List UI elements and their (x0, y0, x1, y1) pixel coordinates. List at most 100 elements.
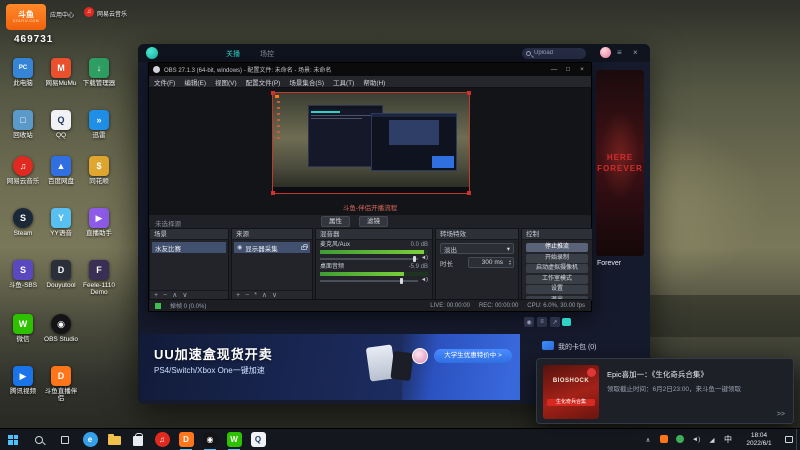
desktop-icon-label: 网易云音乐 (6, 178, 40, 185)
volume-icon[interactable]: ◄) (688, 436, 704, 443)
danmu-list-icon[interactable]: ≡ (537, 317, 547, 327)
desktop-icon-thunder[interactable]: » 迅雷 (82, 110, 116, 139)
notification-icon (785, 436, 793, 443)
volume-slider[interactable] (320, 255, 418, 262)
desktop-icon-mumu[interactable]: M 网易MuMu (44, 58, 78, 87)
source-item[interactable]: ◉ 显示器采集 (234, 242, 310, 253)
desktop-icon-douyu-companion[interactable]: D 斗鱼直播伴侣 (44, 366, 78, 402)
transitions-dock-title: 转场特效 (436, 229, 518, 240)
companion-close-icon[interactable]: × (633, 48, 638, 58)
desktop-icon-download-manager[interactable]: ↓ 下载管理器 (82, 58, 116, 87)
danmu-settings-icon[interactable]: ◉ (524, 317, 534, 327)
nav-console[interactable]: 场控 (260, 49, 274, 59)
toast-more-link[interactable]: >> (777, 411, 785, 418)
companion-titlebar[interactable]: 关播 场控 ≡ × (138, 44, 650, 62)
companion-search[interactable] (522, 47, 586, 59)
selection-handle[interactable] (467, 91, 471, 95)
danmu-popout-icon[interactable]: ↗ (550, 317, 560, 327)
desktop-icon-recycle-bin[interactable]: □ 回收站 (6, 110, 40, 139)
search-input[interactable] (534, 50, 582, 56)
action-center-button[interactable] (782, 436, 796, 443)
cover-badge: 生化奇兵合集 (547, 399, 595, 406)
desktop-icon-douyutool[interactable]: D Douyutool (44, 260, 78, 289)
security-shield-icon[interactable] (672, 434, 688, 445)
obs-titlebar[interactable]: OBS 27.1.3 (64-bit, windows) - 配置文件: 未命名… (149, 63, 591, 76)
properties-button[interactable]: 属性 (321, 216, 350, 227)
desktop-icon-qq[interactable]: Q QQ (44, 110, 78, 139)
maximize-button[interactable]: □ (563, 66, 573, 73)
student-discount-button[interactable]: 大学生优惠特价中 > (434, 349, 512, 363)
taskbar-qq[interactable]: Q (246, 429, 270, 450)
speaker-icon[interactable]: ◄) (421, 277, 428, 284)
filters-button[interactable]: 滤镜 (359, 216, 388, 227)
desktop-icon-baidu-pan[interactable]: ▲ 百度网盘 (44, 156, 78, 185)
duration-spinner[interactable]: 300 ms ▴ ▾ (468, 257, 514, 268)
taskbar-edge[interactable]: e (78, 429, 102, 450)
volume-meter (320, 250, 428, 254)
ime-indicator[interactable]: 中 (720, 434, 736, 445)
menu-file[interactable]: 文件(F) (154, 77, 175, 87)
game-promo-poster[interactable]: HERE FOREVER (596, 70, 644, 256)
taskbar-obs[interactable]: ◉ (198, 429, 222, 450)
settings-button[interactable]: 设置 (526, 285, 588, 294)
menu-scene-collection[interactable]: 场景集合(S) (289, 77, 324, 87)
close-button[interactable]: × (577, 66, 587, 73)
spin-down-icon[interactable]: ▾ (509, 262, 511, 266)
desktop-icon-obs[interactable]: ◉ OBS Studio (44, 314, 78, 343)
selection-handle[interactable] (271, 191, 275, 195)
selection-handle[interactable] (467, 191, 471, 195)
visibility-eye-icon[interactable]: ◉ (237, 244, 242, 251)
card-pack-label[interactable]: 我的卡包 (0) (558, 342, 597, 352)
epic-free-game-toast[interactable]: BIOSHOCK 生化奇兵合集 Epic喜加一：《生化奇兵合集》 领取截止时间：… (536, 358, 794, 424)
network-icon[interactable]: ◢ (704, 436, 720, 444)
desktop-icon-ths[interactable]: $ 同花顺 (82, 156, 116, 185)
speaker-icon[interactable]: ◄) (421, 255, 428, 262)
douyu-tray-icon[interactable] (656, 434, 672, 445)
volume-slider[interactable] (320, 277, 418, 284)
nav-stop-stream[interactable]: 关播 (226, 49, 240, 59)
taskbar-douyu[interactable]: D (174, 429, 198, 450)
virtual-camera-button[interactable]: 启动虚拟摄像机 (526, 264, 588, 273)
menu-icon[interactable]: ≡ (617, 48, 622, 58)
scenes-dock-title: 场景 (150, 229, 228, 240)
baidu-pan-icon: ▲ (51, 156, 71, 176)
desktop-icon-douyu-sbs[interactable]: S 斗鱼-SBS (6, 260, 40, 289)
taskbar-search-button[interactable] (26, 429, 52, 450)
desktop-icon-wechat[interactable]: W 微信 (6, 314, 40, 343)
scene-item[interactable]: 水友比赛 (152, 242, 226, 253)
cover-title: BIOSHOCK (552, 378, 590, 384)
desktop-icon-netease-music[interactable]: ♫ 网易云音乐 (6, 156, 40, 185)
selection-handle[interactable] (271, 91, 275, 95)
cpu-usage: CPU: 6.0%, 30.00 fps (527, 302, 585, 309)
taskbar-store[interactable] (126, 429, 150, 450)
desktop-icon-tencent-video[interactable]: ▶ 腾讯视频 (6, 366, 40, 395)
display-capture-source[interactable] (271, 91, 471, 195)
studio-mode-button[interactable]: 工作室模式 (526, 274, 588, 284)
menu-view[interactable]: 视图(V) (215, 77, 237, 87)
task-view-button[interactable] (52, 429, 78, 450)
menu-tools[interactable]: 工具(T) (333, 77, 354, 87)
taskbar-clock[interactable]: 18:04 2022/6/1 (736, 432, 782, 448)
minimize-button[interactable]: — (549, 66, 559, 73)
taskbar-netease-music[interactable]: ♫ (150, 429, 174, 450)
menu-edit[interactable]: 编辑(E) (184, 77, 206, 87)
netease-music-icon: ♫ (154, 432, 170, 447)
desktop-icon-this-pc[interactable]: PC 此电脑 (6, 58, 40, 87)
lock-icon[interactable] (301, 243, 308, 250)
transition-select[interactable]: 淡出 ▾ (440, 243, 514, 254)
desktop-icon-yy[interactable]: Y YY语音 (44, 208, 78, 237)
tray-chevron-icon[interactable]: ∧ (640, 436, 656, 444)
user-avatar[interactable] (600, 47, 611, 58)
menu-help[interactable]: 帮助(H) (363, 77, 385, 87)
desktop-icon-steam[interactable]: S Steam (6, 208, 40, 237)
desktop-icon-live-helper[interactable]: ▶ 直播助手 (82, 208, 116, 237)
desktop-icon-feele-demo[interactable]: F Feele-1110 Demo (82, 260, 116, 296)
stop-streaming-button[interactable]: 停止推流 (526, 243, 588, 252)
start-recording-button[interactable]: 开始录制 (526, 253, 588, 263)
show-desktop-button[interactable] (796, 429, 800, 450)
taskbar-wechat[interactable]: W (222, 429, 246, 450)
start-button[interactable] (0, 429, 26, 450)
uu-accelerator-ad[interactable]: UU加速盒现货开卖 PS4/Switch/Xbox One一键加速 大学生优惠特… (140, 334, 520, 400)
taskbar-explorer[interactable] (102, 429, 126, 450)
menu-profile[interactable]: 配置文件(P) (246, 77, 281, 87)
